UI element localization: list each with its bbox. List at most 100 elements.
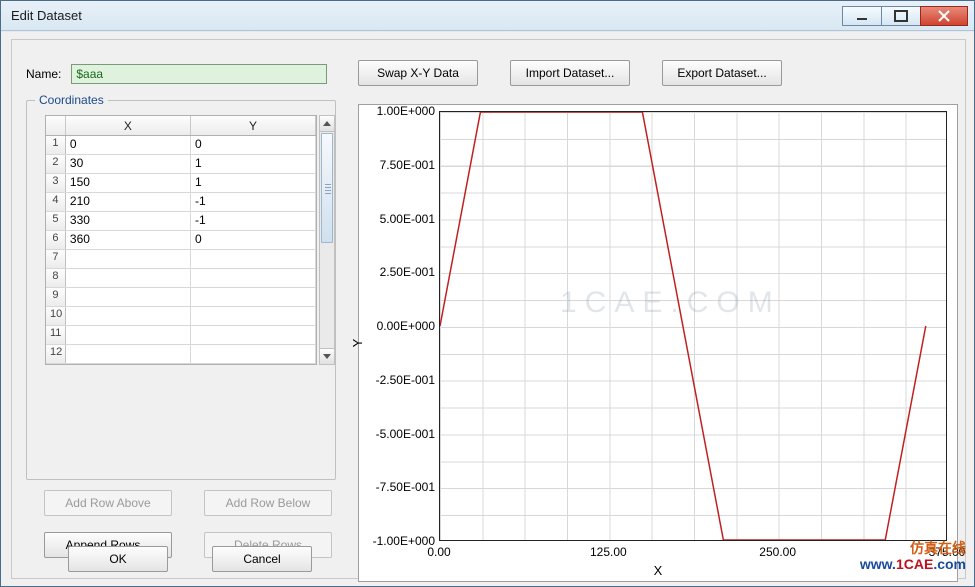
row-number[interactable]: 2 — [46, 155, 66, 173]
table-header: X Y — [46, 116, 316, 136]
chart-panel: Y X 1CAE.COM 1.00E+0007.50E-0015.00E-001… — [358, 104, 958, 582]
table-body: 1002301315014210-15330-163600789101112 — [46, 136, 316, 364]
window-controls — [843, 6, 968, 26]
cell-x[interactable]: 330 — [66, 212, 191, 230]
cell-x[interactable]: 30 — [66, 155, 191, 173]
col-header-y[interactable]: Y — [191, 116, 316, 135]
close-button[interactable] — [920, 6, 968, 26]
y-tick-label: 2.50E-001 — [363, 265, 435, 279]
row-number[interactable]: 9 — [46, 288, 66, 306]
row-number[interactable]: 1 — [46, 136, 66, 154]
y-tick-label: -5.00E-001 — [363, 427, 435, 441]
line-series — [440, 112, 946, 540]
y-tick-label: -1.00E+000 — [363, 534, 435, 548]
import-dataset-button[interactable]: Import Dataset... — [510, 60, 630, 86]
cell-y[interactable] — [191, 288, 316, 306]
y-tick-label: 7.50E-001 — [363, 158, 435, 172]
x-tick-label: 0.00 — [427, 545, 450, 559]
row-number[interactable]: 8 — [46, 269, 66, 287]
cell-y[interactable] — [191, 269, 316, 287]
cell-y[interactable]: 1 — [191, 155, 316, 173]
y-tick-label: 0.00E+000 — [363, 319, 435, 333]
row-header-blank — [46, 116, 66, 135]
cell-x[interactable]: 0 — [66, 136, 191, 154]
row-number[interactable]: 7 — [46, 250, 66, 268]
scrollbar-thumb[interactable] — [321, 133, 333, 243]
ok-button[interactable]: OK — [68, 546, 168, 572]
cell-y[interactable] — [191, 250, 316, 268]
y-tick-label: -7.50E-001 — [363, 480, 435, 494]
y-axis-label: Y — [350, 339, 365, 348]
table-row[interactable]: 4210-1 — [46, 193, 316, 212]
maximize-button[interactable] — [881, 6, 921, 26]
watermark-line2: www.1CAE.com — [860, 557, 966, 572]
dialog-buttons: OK Cancel — [68, 546, 312, 572]
scroll-up-button[interactable] — [320, 116, 334, 132]
minimize-button[interactable] — [842, 6, 882, 26]
add-row-above-button[interactable]: Add Row Above — [44, 490, 172, 516]
vertical-scrollbar[interactable] — [319, 115, 335, 365]
export-dataset-button[interactable]: Export Dataset... — [662, 60, 782, 86]
table-row[interactable]: 9 — [46, 288, 316, 307]
cell-y[interactable] — [191, 345, 316, 363]
table-row[interactable]: 11 — [46, 326, 316, 345]
cell-x[interactable] — [66, 288, 191, 306]
cell-x[interactable] — [66, 326, 191, 344]
table-row[interactable]: 31501 — [46, 174, 316, 193]
name-input[interactable] — [71, 64, 327, 84]
x-tick-label: 250.00 — [759, 545, 796, 559]
window-title: Edit Dataset — [11, 8, 843, 23]
cancel-button[interactable]: Cancel — [212, 546, 312, 572]
cell-y[interactable] — [191, 307, 316, 325]
cell-x[interactable]: 360 — [66, 231, 191, 249]
table-row[interactable]: 10 — [46, 307, 316, 326]
table-row[interactable]: 5330-1 — [46, 212, 316, 231]
cell-y[interactable] — [191, 326, 316, 344]
cell-y[interactable]: 0 — [191, 136, 316, 154]
table-row[interactable]: 2301 — [46, 155, 316, 174]
y-tick-label: 1.00E+000 — [363, 104, 435, 118]
row-number[interactable]: 4 — [46, 193, 66, 211]
coordinates-group: Coordinates X Y 1002301315014210-15330-1… — [26, 100, 336, 480]
dialog-client: Name: Swap X-Y Data Import Dataset... Ex… — [11, 39, 966, 579]
y-tick-label: -2.50E-001 — [363, 373, 435, 387]
scroll-down-button[interactable] — [320, 348, 334, 364]
name-row: Name: — [26, 64, 327, 84]
x-axis-label: X — [654, 563, 663, 578]
cell-y[interactable]: -1 — [191, 212, 316, 230]
row-number[interactable]: 5 — [46, 212, 66, 230]
cell-x[interactable] — [66, 269, 191, 287]
table-row[interactable]: 63600 — [46, 231, 316, 250]
table-row[interactable]: 8 — [46, 269, 316, 288]
cell-y[interactable]: -1 — [191, 193, 316, 211]
cell-x[interactable]: 150 — [66, 174, 191, 192]
watermark-line1: 仿真在线 — [860, 541, 966, 556]
cell-x[interactable]: 210 — [66, 193, 191, 211]
add-row-below-button[interactable]: Add Row Below — [204, 490, 332, 516]
swap-xy-button[interactable]: Swap X-Y Data — [358, 60, 478, 86]
titlebar[interactable]: Edit Dataset — [1, 1, 974, 31]
coordinates-title: Coordinates — [35, 93, 108, 107]
watermark-corner: 仿真在线 www.1CAE.com — [860, 541, 966, 572]
cell-x[interactable] — [66, 345, 191, 363]
table-row[interactable]: 100 — [46, 136, 316, 155]
coordinates-table[interactable]: X Y 1002301315014210-15330-1636007891011… — [45, 115, 317, 365]
cell-x[interactable] — [66, 250, 191, 268]
row-number[interactable]: 3 — [46, 174, 66, 192]
row-number[interactable]: 12 — [46, 345, 66, 363]
y-tick-label: 5.00E-001 — [363, 212, 435, 226]
x-tick-label: 125.00 — [590, 545, 627, 559]
row-number[interactable]: 10 — [46, 307, 66, 325]
table-row[interactable]: 7 — [46, 250, 316, 269]
col-header-x[interactable]: X — [66, 116, 191, 135]
row-number[interactable]: 11 — [46, 326, 66, 344]
cell-y[interactable]: 1 — [191, 174, 316, 192]
name-label: Name: — [26, 67, 61, 81]
row-number[interactable]: 6 — [46, 231, 66, 249]
edit-dataset-window: Edit Dataset Name: Swap X-Y Data Import … — [0, 0, 975, 587]
cell-y[interactable]: 0 — [191, 231, 316, 249]
table-row[interactable]: 12 — [46, 345, 316, 364]
dataset-actions: Swap X-Y Data Import Dataset... Export D… — [358, 60, 782, 86]
plot-area[interactable]: 1CAE.COM — [439, 111, 947, 541]
cell-x[interactable] — [66, 307, 191, 325]
